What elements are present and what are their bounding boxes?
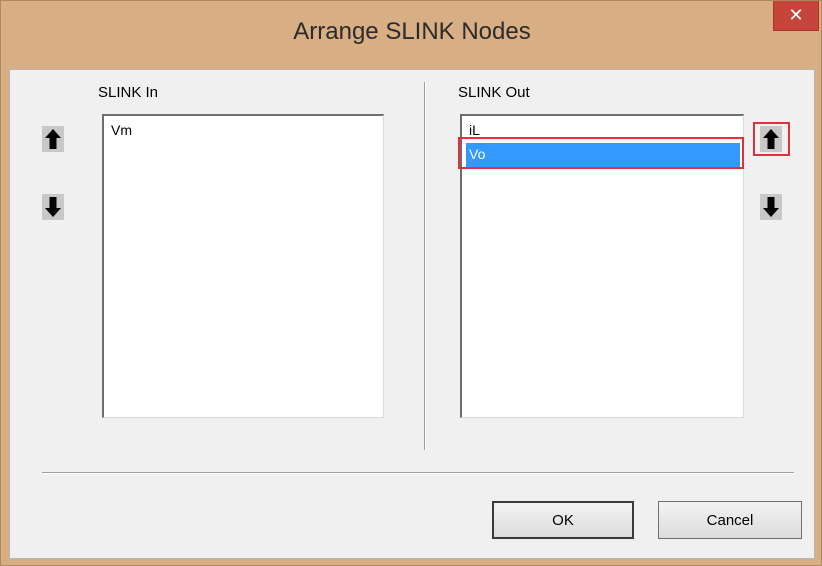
ok-button[interactable]: OK bbox=[492, 501, 634, 539]
selection-highlight-outline bbox=[458, 137, 744, 169]
close-icon: ✕ bbox=[788, 5, 804, 25]
dialog-window: Arrange SLINK Nodes ✕ SLINK In Vm SLINK … bbox=[0, 0, 822, 566]
move-up-highlight-outline bbox=[753, 122, 790, 156]
slink-in-label: SLINK In bbox=[98, 84, 159, 101]
list-item[interactable]: Vm bbox=[108, 119, 380, 143]
slink-in-move-up-button[interactable] bbox=[42, 126, 64, 152]
close-button[interactable]: ✕ bbox=[773, 1, 819, 31]
arrow-down-icon bbox=[763, 197, 779, 217]
title-bar[interactable]: Arrange SLINK Nodes ✕ bbox=[1, 1, 822, 69]
window-title: Arrange SLINK Nodes bbox=[293, 18, 531, 45]
horizontal-divider bbox=[42, 472, 794, 473]
slink-out-move-down-button[interactable] bbox=[760, 194, 782, 220]
cancel-button[interactable]: Cancel bbox=[658, 501, 802, 539]
vertical-divider bbox=[424, 82, 425, 450]
slink-in-listbox[interactable]: Vm bbox=[102, 114, 384, 418]
dialog-client-area: SLINK In Vm SLINK Out iL Vo OK Cancel bbox=[9, 69, 815, 559]
slink-out-label: SLINK Out bbox=[458, 84, 530, 101]
arrow-down-icon bbox=[45, 197, 61, 217]
slink-in-move-down-button[interactable] bbox=[42, 194, 64, 220]
arrow-up-icon bbox=[45, 129, 61, 149]
